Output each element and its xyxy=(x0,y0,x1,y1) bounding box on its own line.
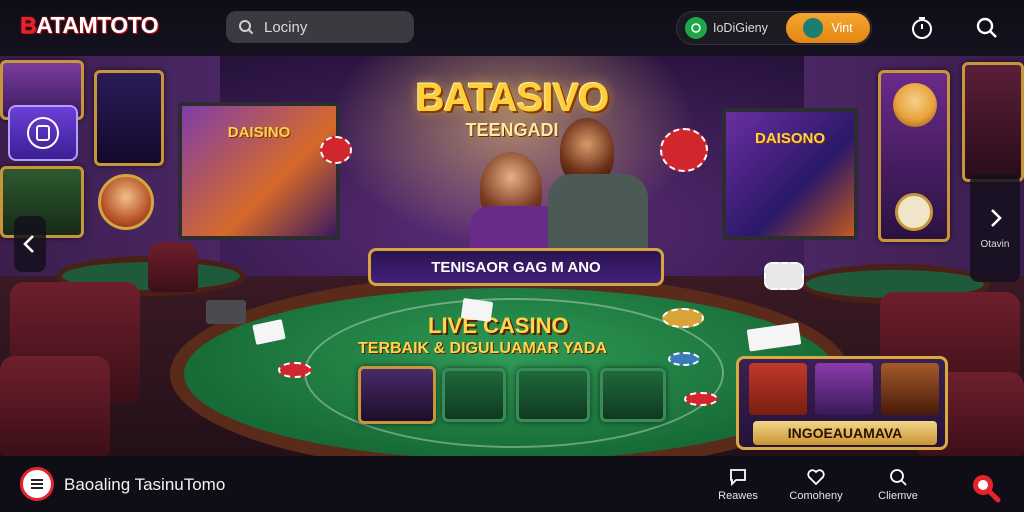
search-icon xyxy=(239,20,254,35)
nav-label: Comoheny xyxy=(789,490,843,502)
chip-red-large xyxy=(660,128,708,172)
app-button[interactable] xyxy=(8,105,78,161)
chip-table-left xyxy=(278,362,312,378)
top-bar: BATAMTOTO Lociny IoDiGieny Vint xyxy=(0,0,1024,56)
bottom-bar: Baoaling TasinuTomo Reawes Comoheny Clie… xyxy=(0,456,1024,512)
red-search-icon[interactable] xyxy=(968,470,1002,504)
carousel-next-button[interactable]: Otavin xyxy=(970,174,1020,282)
game-tile-roulette[interactable] xyxy=(600,368,666,422)
chevron-right-icon xyxy=(991,208,1002,227)
nav-label: Reawes xyxy=(718,490,758,502)
hero-scene: DAISINO DAISONO BATASIVO TEENGADI TENISA… xyxy=(0,56,1024,456)
card-top xyxy=(460,298,494,322)
badge-avatar xyxy=(98,174,154,230)
card-shoe xyxy=(206,300,246,324)
poster-right-edge xyxy=(962,62,1024,182)
timer-icon[interactable] xyxy=(908,14,936,42)
account-pill: IoDiGieny Vint xyxy=(676,11,872,45)
game-tile-chips[interactable] xyxy=(516,368,590,422)
chair-back-left xyxy=(148,242,198,292)
host-man-body xyxy=(548,174,648,252)
nav-label: Cliemve xyxy=(878,490,918,502)
chat-icon xyxy=(730,469,746,487)
game-tile-dealer[interactable] xyxy=(358,366,436,424)
promo-label: INGOEAUAMAVA xyxy=(753,421,937,445)
poster-right xyxy=(878,70,950,242)
tv-right-label: DAISONO xyxy=(754,130,825,147)
live-casino-title: LIVE CASINO xyxy=(428,313,569,338)
search-icon[interactable] xyxy=(973,14,1001,42)
action-icon xyxy=(803,18,824,38)
nav-item-comoheny[interactable]: Comoheny xyxy=(776,462,856,502)
search-icon xyxy=(890,469,907,486)
tv-left: DAISINO xyxy=(178,102,340,240)
game-banner[interactable]: TENISAOR GAG M ANO xyxy=(368,248,664,286)
chip-table-blue xyxy=(668,352,700,366)
live-casino-subtitle: TERBAIK & DIGULUAMAR YADA xyxy=(358,340,607,357)
tv-right: DAISONO xyxy=(722,108,858,240)
menu-icon[interactable] xyxy=(20,467,54,501)
promo-box[interactable]: INGOEAUAMAVA xyxy=(736,356,948,450)
hero-title: BATASIVO xyxy=(415,76,610,120)
banner-text: TENISAOR GAG M ANO xyxy=(431,258,601,276)
carousel-prev-button[interactable] xyxy=(14,216,46,272)
whatsapp-icon xyxy=(685,17,707,39)
chip-red xyxy=(320,136,352,164)
heart-icon xyxy=(807,469,825,486)
promo-face-1 xyxy=(749,363,807,415)
search-input[interactable]: Lociny xyxy=(226,11,414,43)
site-logo[interactable]: BATAMTOTO xyxy=(20,12,159,39)
chip-table-red xyxy=(684,392,718,406)
game-tile-cards[interactable] xyxy=(442,368,506,422)
action-label: Vint xyxy=(831,21,853,35)
search-placeholder: Lociny xyxy=(264,18,308,36)
tv-left-label: DAISINO xyxy=(227,124,291,141)
account-label: IoDiGieny xyxy=(713,21,768,35)
promo-faces xyxy=(749,363,939,415)
promo-face-3 xyxy=(881,363,939,415)
nav-item-reawes[interactable]: Reawes xyxy=(698,462,778,502)
footer-brand-text: Baoaling TasinuTomo xyxy=(64,475,226,494)
promo-face-2 xyxy=(815,363,873,415)
chair-left-front xyxy=(0,356,110,456)
nav-item-cliemve[interactable]: Cliemve xyxy=(858,462,938,502)
chevron-left-icon xyxy=(23,235,34,253)
chip-stack-right xyxy=(764,262,804,290)
app-logo-icon xyxy=(27,117,59,149)
chip-table-gold xyxy=(662,308,704,328)
action-button[interactable]: Vint xyxy=(786,13,870,43)
account-button[interactable]: IoDiGieny xyxy=(685,17,768,39)
poster-slots xyxy=(94,70,164,166)
carousel-next-caption: Otavin xyxy=(980,238,1010,250)
